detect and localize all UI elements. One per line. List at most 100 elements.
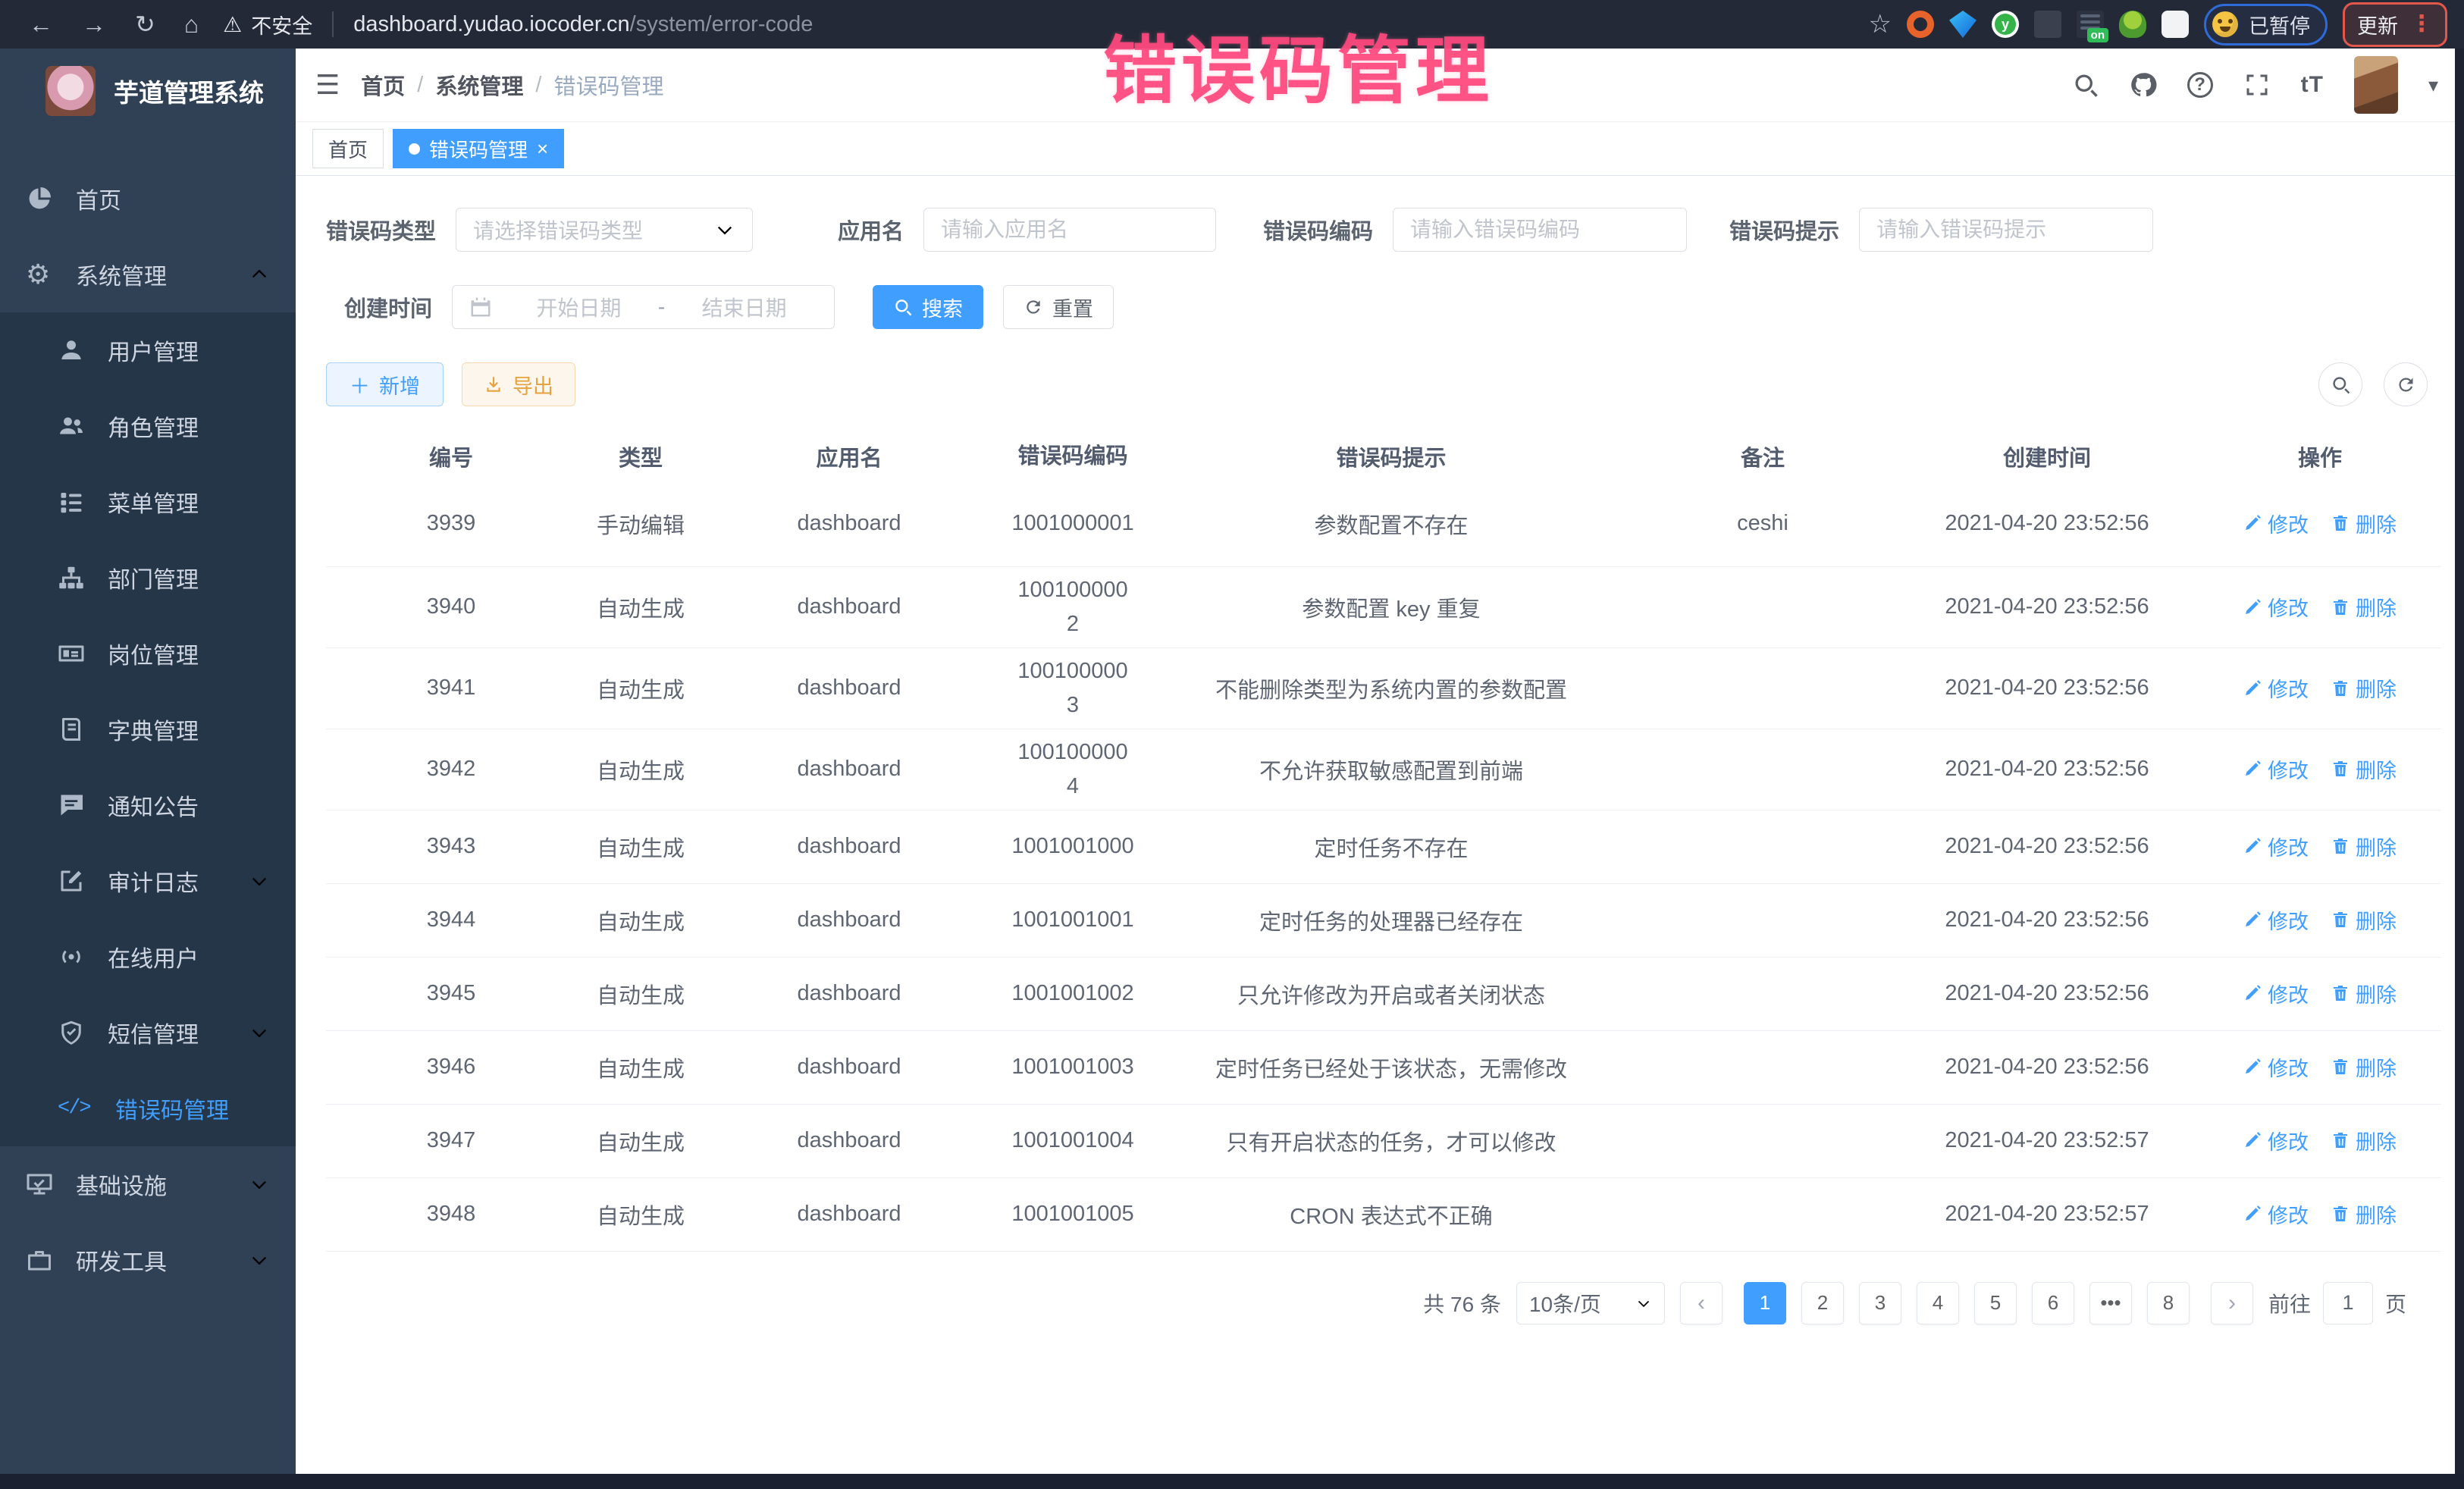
- browser-home-button[interactable]: ⌂: [172, 11, 211, 39]
- page-button-8[interactable]: 8: [2147, 1282, 2190, 1324]
- sidebar-group-label: 基础设施: [76, 1168, 167, 1201]
- tab-home[interactable]: 首页: [312, 129, 384, 168]
- extension-icon-orange[interactable]: [1907, 11, 1934, 38]
- date-range-picker[interactable]: 开始日期 - 结束日期: [452, 285, 835, 329]
- export-button[interactable]: 导出: [462, 362, 575, 406]
- help-icon[interactable]: ?: [2187, 72, 2213, 98]
- delete-link[interactable]: 删除: [2331, 592, 2397, 622]
- breadcrumb-home[interactable]: 首页: [361, 69, 405, 101]
- edit-link[interactable]: 修改: [2243, 1199, 2309, 1229]
- browser-menu-dots-icon[interactable]: ⋮: [2410, 13, 2433, 36]
- goto-page-input[interactable]: [2323, 1282, 2373, 1324]
- browser-back-button[interactable]: ←: [17, 11, 65, 39]
- edit-link[interactable]: 修改: [2243, 673, 2309, 703]
- browser-forward-button[interactable]: →: [70, 11, 118, 39]
- sidebar-group-devtool[interactable]: 研发工具: [0, 1222, 296, 1298]
- sidebar-item-5[interactable]: 字典管理: [0, 691, 296, 767]
- error-code-input[interactable]: [1393, 208, 1687, 252]
- page-button-5[interactable]: 5: [1974, 1282, 2017, 1324]
- fullscreen-icon[interactable]: [2243, 71, 2271, 99]
- next-page-button[interactable]: ›: [2211, 1282, 2253, 1324]
- delete-link[interactable]: 删除: [2331, 673, 2397, 703]
- extension-icon-green-y[interactable]: y: [1992, 11, 2019, 38]
- page-size-select[interactable]: 10条/页: [1516, 1282, 1665, 1324]
- page-button-6[interactable]: 6: [2032, 1282, 2074, 1324]
- sidebar-item-6[interactable]: 通知公告: [0, 767, 296, 843]
- sidebar-item-10[interactable]: </>错误码管理: [0, 1071, 296, 1146]
- sidebar-item-8[interactable]: 在线用户: [0, 919, 296, 995]
- extensions-puzzle-icon[interactable]: [2161, 11, 2189, 38]
- edit-link[interactable]: 修改: [2243, 509, 2309, 538]
- browser-update-button[interactable]: 更新 ⋮: [2343, 2, 2447, 47]
- edit-link[interactable]: 修改: [2243, 1126, 2309, 1155]
- sidebar-group-infra[interactable]: 基础设施: [0, 1146, 296, 1222]
- edit-link[interactable]: 修改: [2243, 905, 2309, 935]
- page-button-3[interactable]: 3: [1859, 1282, 1901, 1324]
- page-button-2[interactable]: 2: [1801, 1282, 1844, 1324]
- delete-link[interactable]: 删除: [2331, 754, 2397, 784]
- close-icon[interactable]: ×: [537, 139, 548, 158]
- search-button[interactable]: 搜索: [873, 285, 983, 329]
- delete-link[interactable]: 删除: [2331, 1052, 2397, 1082]
- bookmark-star-icon[interactable]: ☆: [1869, 9, 1892, 39]
- filter-type-label: 错误码类型: [326, 214, 436, 246]
- delete-link[interactable]: 删除: [2331, 1199, 2397, 1229]
- table-row: 3940 自动生成 dashboard 1001000002 参数配置 key …: [326, 567, 2441, 648]
- reset-button[interactable]: 重置: [1003, 285, 1114, 329]
- edit-link[interactable]: 修改: [2243, 832, 2309, 861]
- security-warning[interactable]: ⚠ 不安全: [223, 10, 312, 39]
- delete-link[interactable]: 删除: [2331, 509, 2397, 538]
- sidebar-item-7[interactable]: 审计日志: [0, 843, 296, 919]
- page-button-4[interactable]: 4: [1917, 1282, 1959, 1324]
- page-button-•••[interactable]: •••: [2089, 1282, 2132, 1324]
- delete-link[interactable]: 删除: [2331, 979, 2397, 1008]
- font-size-icon[interactable]: tT: [2301, 72, 2324, 98]
- col-header-created: 创建时间: [1895, 434, 2199, 478]
- cell-actions: 修改 删除: [2199, 667, 2441, 710]
- delete-link[interactable]: 删除: [2331, 832, 2397, 861]
- sidebar-item-home[interactable]: 首页: [0, 161, 296, 237]
- extension-icon-green[interactable]: [2119, 11, 2146, 38]
- avatar-caret-down-icon[interactable]: ▾: [2428, 74, 2438, 97]
- cell-created: 2021-04-20 23:52:56: [1895, 505, 2199, 542]
- sidebar-item-0[interactable]: 用户管理: [0, 312, 296, 388]
- address-bar[interactable]: dashboard.yudao.iocoder.cn/system/error-…: [353, 12, 813, 37]
- profile-paused-pill[interactable]: 已暂停: [2204, 4, 2328, 45]
- sidebar-item-4[interactable]: 岗位管理: [0, 616, 296, 691]
- edit-link[interactable]: 修改: [2243, 979, 2309, 1008]
- sidebar-group-system[interactable]: ⚙ 系统管理: [0, 237, 296, 312]
- extension-icon-tampermonkey[interactable]: on: [2077, 11, 2104, 38]
- github-icon[interactable]: [2130, 71, 2157, 99]
- user-avatar[interactable]: [2354, 56, 2398, 114]
- header-search-icon[interactable]: [2072, 71, 2099, 99]
- extension-icon-grid[interactable]: [2034, 11, 2061, 38]
- app-name-input[interactable]: [923, 208, 1216, 252]
- error-type-select[interactable]: 请选择错误码类型: [456, 208, 753, 252]
- browser-reload-button[interactable]: ↻: [123, 10, 168, 39]
- table-row: 3941 自动生成 dashboard 1001000003 不能删除类型为系统…: [326, 648, 2441, 729]
- breadcrumb-system[interactable]: 系统管理: [435, 69, 523, 101]
- sidebar: 芋道管理系统 首页 ⚙ 系统管理 用户管理角色管理菜单管理部门管理岗位管理字典管…: [0, 49, 296, 1474]
- refresh-table-button[interactable]: [2384, 362, 2428, 406]
- add-button[interactable]: ＋ 新增: [326, 362, 444, 406]
- tab-error-code[interactable]: 错误码管理 ×: [393, 129, 564, 168]
- sidebar-item-3[interactable]: 部门管理: [0, 540, 296, 616]
- sidebar-item-label: 在线用户: [108, 940, 199, 973]
- sidebar-item-1[interactable]: 角色管理: [0, 388, 296, 464]
- sidebar-item-2[interactable]: 菜单管理: [0, 464, 296, 540]
- error-hint-input[interactable]: [1859, 208, 2153, 252]
- app-logo-row[interactable]: 芋道管理系统: [0, 49, 296, 133]
- edit-link[interactable]: 修改: [2243, 1052, 2309, 1082]
- delete-link[interactable]: 删除: [2331, 1126, 2397, 1155]
- sidebar-item-9[interactable]: 短信管理: [0, 995, 296, 1071]
- show-search-toggle-button[interactable]: [2318, 362, 2362, 406]
- delete-link[interactable]: 删除: [2331, 905, 2397, 935]
- edit-link[interactable]: 修改: [2243, 592, 2309, 622]
- edit-link[interactable]: 修改: [2243, 754, 2309, 784]
- prev-page-button[interactable]: ‹: [1680, 1282, 1723, 1324]
- plus-icon: ＋: [350, 370, 370, 400]
- page-button-1[interactable]: 1: [1744, 1282, 1786, 1324]
- extension-icon-blue-gem[interactable]: [1949, 11, 1977, 38]
- filter-hint-label: 错误码提示: [1729, 214, 1839, 246]
- hamburger-icon[interactable]: ☰: [315, 69, 340, 101]
